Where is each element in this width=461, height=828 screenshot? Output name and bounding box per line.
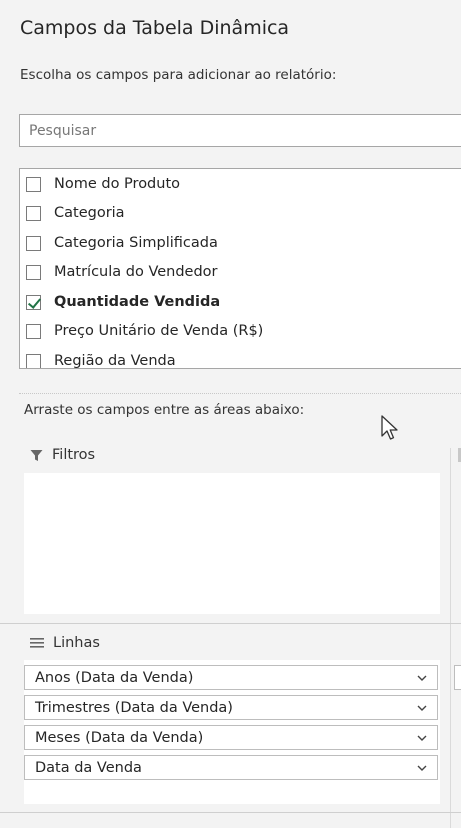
row-field-trimestres[interactable]: Trimestres (Data da Venda) (24, 695, 438, 720)
row-field-label: Meses (Data da Venda) (35, 729, 204, 746)
row-field-label: Trimestres (Data da Venda) (35, 699, 233, 716)
chevron-down-icon[interactable] (417, 735, 427, 741)
field-checkbox[interactable] (26, 176, 41, 192)
chevron-down-icon[interactable] (417, 705, 427, 711)
filter-icon (30, 449, 43, 461)
field-checkbox[interactable] (26, 353, 41, 368)
field-checkbox[interactable] (26, 323, 41, 339)
row-field-label: Data da Venda (35, 759, 142, 776)
row-field-label: Anos (Data da Venda) (35, 669, 194, 686)
field-checkbox-checked[interactable] (26, 294, 41, 310)
field-item-categoria[interactable]: Categoria (26, 202, 125, 224)
values-field-stub[interactable] (454, 665, 461, 690)
filters-area-header: Filtros (30, 447, 95, 463)
field-item-quantidade-vendida[interactable]: Quantidade Vendida (26, 291, 220, 313)
columns-area-divider (450, 448, 451, 828)
field-label: Região da Venda (54, 353, 176, 369)
field-item-nome-do-produto[interactable]: Nome do Produto (26, 173, 180, 195)
filters-area-label: Filtros (52, 447, 96, 463)
area-divider (0, 623, 461, 624)
field-item-matricula-do-vendedor[interactable]: Matrícula do Vendedor (26, 261, 218, 283)
field-item-regiao-da-venda[interactable]: Região da Venda (26, 350, 176, 369)
rows-icon (30, 638, 44, 648)
pane-title: Campos da Tabela Dinâmica (20, 17, 290, 39)
search-box[interactable] (19, 114, 461, 147)
field-label: Quantidade Vendida (54, 294, 221, 310)
filters-drop-zone[interactable] (24, 473, 440, 614)
field-checkbox[interactable] (26, 235, 41, 251)
field-item-preco-unitario[interactable]: Preço Unitário de Venda (R$) (26, 320, 263, 342)
row-field-data-da-venda[interactable]: Data da Venda (24, 755, 438, 780)
field-label: Matrícula do Vendedor (54, 264, 218, 280)
field-label: Categoria Simplificada (54, 235, 218, 251)
section-separator (19, 393, 461, 394)
search-input[interactable] (20, 115, 461, 146)
field-label: Categoria (54, 205, 125, 221)
mouse-cursor-icon (381, 415, 398, 440)
field-item-categoria-simplificada[interactable]: Categoria Simplificada (26, 232, 218, 254)
pane-subtitle: Escolha os campos para adicionar ao rela… (20, 67, 337, 83)
field-label: Preço Unitário de Venda (R$) (54, 323, 264, 339)
row-field-meses[interactable]: Meses (Data da Venda) (24, 725, 438, 750)
rows-area-label: Linhas (53, 635, 100, 651)
field-label: Nome do Produto (54, 176, 181, 192)
field-checkbox[interactable] (26, 205, 41, 221)
chevron-down-icon[interactable] (417, 675, 427, 681)
chevron-down-icon[interactable] (417, 765, 427, 771)
drag-hint: Arraste os campos entre as áreas abaixo: (24, 402, 305, 418)
field-list: Nome do Produto Categoria Categoria Simp… (19, 168, 461, 369)
rows-area-header: Linhas (30, 635, 100, 651)
field-checkbox[interactable] (26, 264, 41, 280)
bottom-divider (0, 812, 461, 813)
row-field-anos[interactable]: Anos (Data da Venda) (24, 665, 438, 690)
